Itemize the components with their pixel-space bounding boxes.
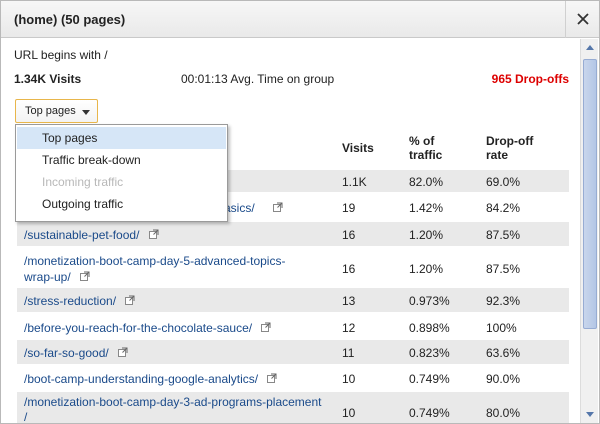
page-overlay-dialog: (home) (50 pages) URL begins with / 1.34… xyxy=(0,0,600,424)
table-row: /boot-camp-understanding-google-analytic… xyxy=(17,366,569,390)
page-link-text: /so-far-so-good/ xyxy=(24,346,109,360)
cell-visits: 1.1K xyxy=(342,175,367,189)
page-link-text: /sustainable-pet-food/ xyxy=(24,228,140,242)
cell-drop: 63.6% xyxy=(486,346,521,360)
page-link[interactable]: /stress-reduction/ xyxy=(24,294,135,308)
cell-pct: 0.749% xyxy=(409,406,450,420)
scroll-up-button[interactable] xyxy=(582,40,598,56)
page-link-text-cont: / xyxy=(24,410,28,423)
cell-drop: 90.0% xyxy=(486,372,521,386)
page-link[interactable]: /before-you-reach-for-the-chocolate-sauc… xyxy=(24,321,271,335)
cell-pct: 0.749% xyxy=(409,372,450,386)
page-link[interactable]: /sustainable-pet-food/ xyxy=(24,228,159,242)
cell-drop: 69.0% xyxy=(486,175,521,189)
page-link-text: /before-you-reach-for-the-chocolate-sauc… xyxy=(24,321,253,335)
table-row: /monetization-boot-camp-day-5-advanced-t… xyxy=(17,249,569,289)
table-row: /before-you-reach-for-the-chocolate-sauc… xyxy=(17,315,569,339)
page-link-text: /monetization-boot-camp-day-5-advanced-t… xyxy=(24,254,286,268)
cell-visits: 10 xyxy=(342,372,356,386)
close-button[interactable] xyxy=(565,1,599,38)
cell-pct: 1.20% xyxy=(409,262,444,276)
menu-item-incoming-traffic: Incoming traffic xyxy=(42,175,124,189)
chevron-down-icon xyxy=(82,110,90,115)
table-row: /stress-reduction/ 13 0.973% 92.3% xyxy=(17,288,569,312)
menu-item-traffic-breakdown[interactable]: Traffic break-down xyxy=(17,149,226,171)
external-link-icon[interactable] xyxy=(261,322,271,332)
cell-pct: 82.0% xyxy=(409,175,444,189)
cell-pct: 1.20% xyxy=(409,228,444,242)
header-drop-line1: Drop-off xyxy=(486,134,534,148)
page-link[interactable]: asics/ xyxy=(224,201,255,215)
table-row: /monetization-boot-camp-day-3-ad-program… xyxy=(17,392,569,423)
scroll-thumb[interactable] xyxy=(583,59,597,329)
page-link-text: /stress-reduction/ xyxy=(24,294,117,308)
dropoffs-summary: 965 Drop-offs xyxy=(491,72,569,86)
header-pct-line1: % of xyxy=(409,134,435,148)
view-dropdown-button[interactable]: Top pages xyxy=(15,99,98,123)
cell-visits: 12 xyxy=(342,321,356,335)
vertical-scrollbar[interactable] xyxy=(580,39,598,423)
table-row: /sustainable-pet-food/ 16 1.20% 87.5% xyxy=(17,222,569,246)
external-link-icon[interactable] xyxy=(125,295,135,305)
cell-visits: 19 xyxy=(342,201,356,215)
scroll-down-button[interactable] xyxy=(582,406,598,422)
cell-drop: 87.5% xyxy=(486,228,521,242)
page-link[interactable]: /monetization-boot-camp-day-5-advanced-t… xyxy=(24,253,285,285)
cell-drop: 92.3% xyxy=(486,294,521,308)
header-drop-line2: rate xyxy=(486,148,509,162)
cell-visits: 16 xyxy=(342,262,356,276)
menu-item-outgoing-traffic[interactable]: Outgoing traffic xyxy=(17,193,226,215)
cell-drop: 80.0% xyxy=(486,406,521,420)
cell-pct: 0.973% xyxy=(409,294,450,308)
scroll-down-arrow-icon xyxy=(586,412,594,417)
cell-drop: 84.2% xyxy=(486,201,521,215)
table-row: /so-far-so-good/ 11 0.823% 63.6% xyxy=(17,340,569,364)
avg-time-summary: 00:01:13 Avg. Time on group xyxy=(181,72,335,86)
page-link[interactable]: /boot-camp-understanding-google-analytic… xyxy=(24,372,277,386)
external-link-icon[interactable] xyxy=(80,271,90,281)
cell-visits: 13 xyxy=(342,294,356,308)
header-visits: Visits xyxy=(342,141,374,155)
cell-pct: 0.823% xyxy=(409,346,450,360)
cell-drop: 100% xyxy=(486,321,517,335)
cell-pct: 0.898% xyxy=(409,321,450,335)
menu-item-top-pages[interactable]: Top pages xyxy=(17,127,226,149)
external-link-icon[interactable] xyxy=(267,373,277,383)
close-icon xyxy=(577,13,589,25)
cell-drop: 87.5% xyxy=(486,262,521,276)
page-link-text-cont: wrap-up/ xyxy=(24,270,71,284)
dialog-title: (home) (50 pages) xyxy=(14,12,126,27)
page-link-text: /monetization-boot-camp-day-3-ad-program… xyxy=(24,395,322,409)
view-dropdown-menu: Top pages Traffic break-down Incoming tr… xyxy=(15,124,228,222)
dialog-titlebar: (home) (50 pages) xyxy=(1,1,599,38)
url-filter-text: URL begins with / xyxy=(14,48,108,62)
external-link-icon[interactable] xyxy=(118,347,128,357)
header-dropoff-rate: Drop-off rate xyxy=(486,134,533,162)
cell-pct: 1.42% xyxy=(409,201,444,215)
page-link-text: /boot-camp-understanding-google-analytic… xyxy=(24,372,259,386)
visits-summary: 1.34K Visits xyxy=(14,72,82,86)
header-pct-traffic: % of traffic xyxy=(409,134,442,162)
page-link[interactable]: /monetization-boot-camp-day-3-ad-program… xyxy=(24,395,321,423)
external-link-icon[interactable] xyxy=(273,202,283,212)
dialog-content: URL begins with / 1.34K Visits 00:01:13 … xyxy=(1,39,579,423)
cell-visits: 10 xyxy=(342,406,356,420)
page-link[interactable]: /so-far-so-good/ xyxy=(24,346,128,360)
cell-visits: 16 xyxy=(342,228,356,242)
external-link-icon[interactable] xyxy=(148,229,159,239)
header-pct-line2: traffic xyxy=(409,148,443,162)
view-dropdown-label: Top pages xyxy=(25,105,76,117)
cell-visits: 11 xyxy=(342,346,355,360)
scroll-up-arrow-icon xyxy=(586,45,594,50)
